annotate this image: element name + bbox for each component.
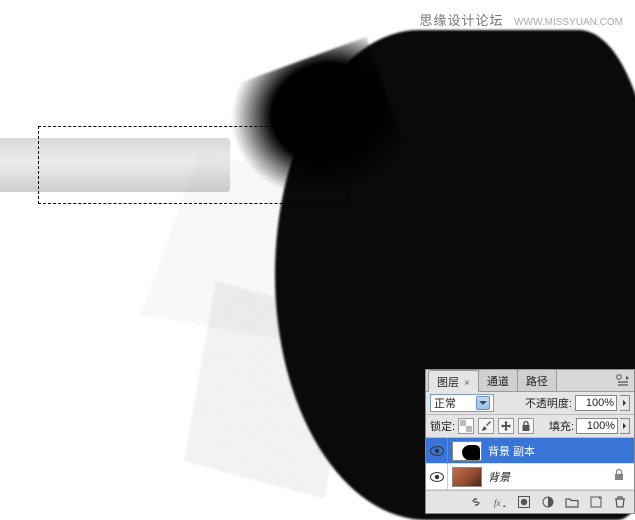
layer-thumbnail[interactable]	[452, 467, 482, 487]
visibility-toggle[interactable]	[426, 464, 448, 490]
tab-paths[interactable]: 路径	[517, 369, 557, 391]
layer-thumbnail[interactable]	[452, 441, 482, 461]
tab-channels[interactable]: 通道	[478, 369, 518, 391]
opacity-value: 100%	[586, 397, 614, 409]
move-icon	[500, 420, 512, 432]
blend-mode-value: 正常	[434, 395, 456, 411]
panel-tabs: 图层 × 通道 路径	[426, 370, 634, 392]
lock-transparency-button[interactable]	[458, 418, 474, 434]
adjustment-icon	[541, 495, 555, 509]
layer-list: 背景 副本 背景	[426, 438, 634, 491]
link-layers-button[interactable]	[466, 493, 486, 511]
layers-panel: 图层 × 通道 路径 正常 不透明度: 100% 锁定:	[425, 369, 635, 514]
fx-icon: fx	[493, 495, 507, 509]
layer-name[interactable]: 背景 副本	[486, 443, 634, 459]
layer-name[interactable]: 背景	[486, 469, 614, 485]
lock-pixels-button[interactable]	[478, 418, 494, 434]
svg-text:fx: fx	[494, 498, 501, 508]
tab-channels-label: 通道	[487, 376, 509, 388]
opacity-label: 不透明度:	[525, 395, 572, 411]
visibility-toggle[interactable]	[426, 438, 448, 464]
fill-label: 填充:	[549, 418, 574, 434]
opacity-flyout-button[interactable]	[620, 395, 630, 411]
lock-position-button[interactable]	[498, 418, 514, 434]
lock-icon	[520, 420, 532, 432]
adjustment-layer-button[interactable]	[538, 493, 558, 511]
marquee-selection[interactable]	[38, 126, 348, 204]
eye-icon	[430, 472, 444, 482]
layer-mask-button[interactable]	[514, 493, 534, 511]
panel-footer: fx	[426, 491, 634, 513]
brush-icon	[480, 420, 492, 432]
layer-style-button[interactable]: fx	[490, 493, 510, 511]
new-group-button[interactable]	[562, 493, 582, 511]
opacity-input[interactable]: 100%	[575, 395, 617, 411]
mask-icon	[517, 495, 531, 509]
fill-input[interactable]: 100%	[576, 418, 618, 434]
watermark: 思缘设计论坛 WWW.MISSYUAN.COM	[419, 10, 623, 29]
lock-label: 锁定:	[430, 418, 455, 434]
chevron-down-icon	[476, 396, 490, 410]
panel-menu-button[interactable]	[616, 374, 630, 387]
lock-icon	[614, 469, 628, 484]
watermark-url: WWW.MISSYUAN.COM	[514, 17, 623, 28]
close-icon: ×	[464, 378, 470, 389]
checker-icon	[460, 420, 472, 432]
folder-icon	[565, 495, 579, 509]
tab-paths-label: 路径	[526, 376, 548, 388]
new-layer-button[interactable]	[586, 493, 606, 511]
tab-layers[interactable]: 图层 ×	[428, 370, 479, 392]
lock-row: 锁定: 填充: 100%	[426, 415, 634, 438]
layer-row[interactable]: 背景 副本	[426, 438, 634, 464]
trash-icon	[613, 495, 627, 509]
lock-all-button[interactable]	[518, 418, 534, 434]
watermark-text: 思缘设计论坛	[419, 13, 503, 28]
eye-icon	[430, 446, 444, 456]
link-icon	[469, 495, 483, 509]
fill-flyout-button[interactable]	[620, 418, 630, 434]
delete-layer-button[interactable]	[610, 493, 630, 511]
blend-mode-select[interactable]: 正常	[430, 394, 494, 412]
layer-row[interactable]: 背景	[426, 464, 634, 490]
new-icon	[589, 495, 603, 509]
fill-value: 100%	[587, 420, 615, 432]
tab-layers-label: 图层	[437, 377, 459, 389]
blend-row: 正常 不透明度: 100%	[426, 392, 634, 415]
